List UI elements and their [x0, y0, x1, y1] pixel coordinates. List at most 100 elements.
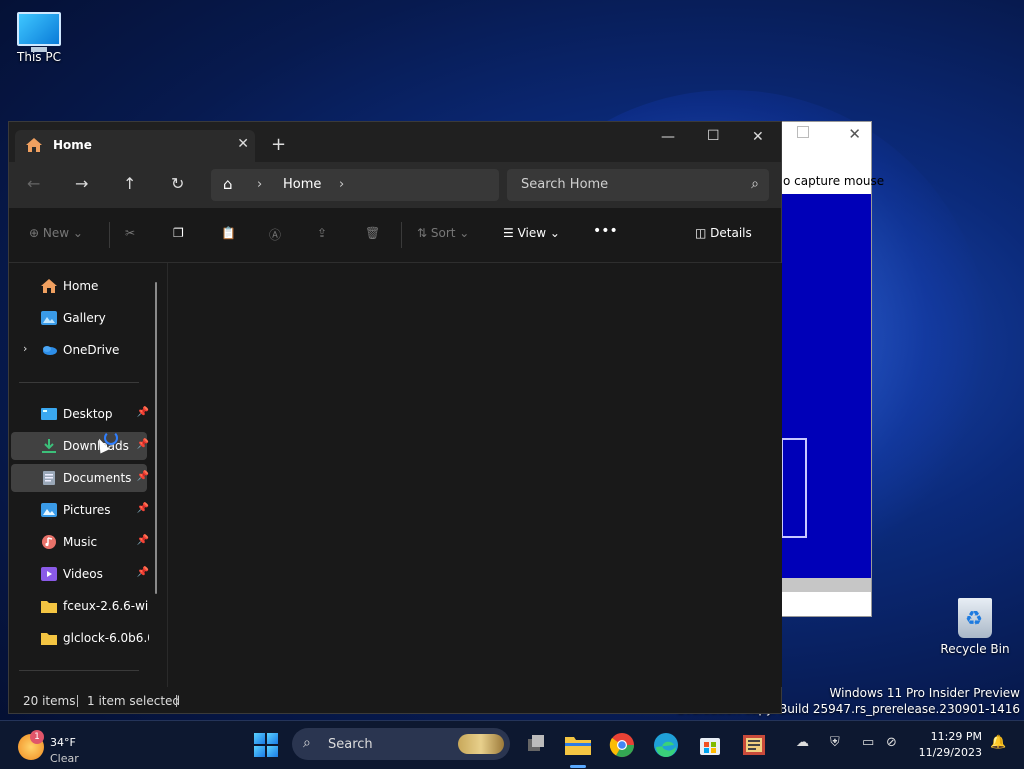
sidebar-item-onedrive[interactable]: › OneDrive: [11, 336, 147, 364]
chrome-icon[interactable]: [606, 729, 638, 761]
windows-logo-icon: [254, 733, 265, 744]
clock-date: 11/29/2023: [918, 746, 982, 759]
emulator-frame: [781, 438, 807, 538]
pin-icon[interactable]: 📌: [137, 471, 149, 482]
sidebar-item-pictures[interactable]: Pictures 📌: [11, 496, 149, 524]
breadcrumb-home-icon[interactable]: ⌂: [223, 175, 233, 193]
sidebar-item-glclock-folder[interactable]: glclock-6.0b6.0: [11, 624, 149, 652]
status-divider: [77, 695, 78, 707]
security-shield-icon[interactable]: ⛨: [830, 735, 840, 750]
maximize-icon[interactable]: ☐: [707, 128, 720, 144]
weather-condition: Clear: [50, 752, 79, 765]
file-explorer-window[interactable]: Home ✕ + — ☐ ✕ ← → ↑ ↻ ⌂ › Home › Search…: [8, 121, 782, 714]
up-arrow-icon[interactable]: ↑: [123, 174, 136, 193]
rename-icon[interactable]: Ⓐ: [269, 226, 281, 243]
selection-count: 1 item selected: [87, 694, 181, 708]
sidebar-scrollbar[interactable]: [155, 282, 157, 594]
minimize-icon[interactable]: —: [661, 129, 675, 145]
pin-icon[interactable]: 📌: [137, 503, 149, 514]
taskbar-search[interactable]: ⌕ Search: [292, 728, 510, 760]
delete-icon[interactable]: 🗑: [365, 226, 380, 240]
navigation-pane[interactable]: Home Gallery › OneDrive Desktop 📌 Downlo…: [9, 263, 165, 687]
pin-icon[interactable]: 📌: [137, 535, 149, 546]
tab-home[interactable]: Home ✕: [15, 130, 255, 162]
refresh-icon[interactable]: ↻: [171, 174, 184, 193]
sidebar-item-fceux-folder[interactable]: fceux-2.6.6-win6: [11, 592, 149, 620]
videos-icon: [41, 567, 57, 581]
edge-icon[interactable]: [650, 729, 682, 761]
system-clock[interactable]: 11:29 PM 11/29/2023: [904, 729, 982, 761]
details-label: Details: [710, 226, 752, 240]
sort-button[interactable]: ⇅ Sort ⌄: [417, 226, 469, 240]
taskbar: 1 34°F Clear ⌕ Search ☁ ⛨ ▭ ⊘ 11:29 PM 1…: [0, 720, 1024, 769]
sidebar-item-desktop[interactable]: Desktop 📌: [11, 400, 149, 428]
forward-arrow-icon[interactable]: →: [75, 174, 88, 193]
search-icon: ⌕: [303, 735, 311, 751]
sidebar-item-label: Gallery: [63, 311, 106, 325]
desktop-icon-this-pc[interactable]: This PC: [4, 12, 74, 64]
command-bar: ⊕ New ⌄ ✂ ❐ 📋 Ⓐ ⇪ 🗑 ⇅ Sort ⌄ ☰ View ⌄ ••…: [9, 208, 781, 263]
onedrive-icon: [43, 346, 57, 355]
breadcrumb-end-chevron-icon[interactable]: ›: [339, 177, 344, 192]
sidebar-item-videos[interactable]: Videos 📌: [11, 560, 149, 588]
emulator-statusbar: [781, 578, 871, 592]
close-window-icon[interactable]: ✕: [752, 129, 764, 145]
address-bar: ← → ↑ ↻ ⌂ › Home › Search Home ⌕: [9, 162, 781, 208]
onedrive-offline-icon[interactable]: ☁: [796, 735, 809, 750]
notification-bell-icon[interactable]: 🔔: [990, 735, 1006, 750]
folder-icon: [41, 633, 57, 645]
network-icon[interactable]: ⊘: [886, 735, 897, 750]
sidebar-divider: [19, 382, 139, 383]
sidebar-item-music[interactable]: Music 📌: [11, 528, 149, 556]
pin-icon[interactable]: 📌: [137, 567, 149, 578]
search-highlight-art[interactable]: [458, 734, 504, 754]
close-icon[interactable]: ✕: [848, 125, 861, 143]
sidebar-item-gallery[interactable]: Gallery: [11, 304, 147, 332]
more-options-icon[interactable]: •••: [593, 223, 618, 239]
pin-icon[interactable]: 📌: [137, 439, 149, 450]
share-icon[interactable]: ⇪: [317, 226, 327, 240]
explorer-titlebar[interactable]: Home ✕ + — ☐ ✕: [9, 122, 781, 162]
taskbar-search-placeholder: Search: [328, 737, 373, 752]
search-icon: ⌕: [751, 176, 759, 192]
breadcrumb-home-label[interactable]: Home: [283, 177, 321, 192]
copy-icon[interactable]: ❐: [173, 226, 184, 240]
new-button[interactable]: ⊕ New ⌄: [29, 226, 83, 240]
folder-icon: [41, 601, 57, 613]
start-button[interactable]: [254, 733, 278, 757]
breadcrumb[interactable]: ⌂ › Home ›: [211, 169, 499, 201]
status-bar: 20 items 1 item selected: [9, 687, 781, 713]
explorer-search-box[interactable]: Search Home ⌕: [507, 169, 769, 201]
tab-title: Home: [53, 138, 92, 152]
file-list-area[interactable]: [167, 263, 782, 687]
display-icon[interactable]: ▭: [862, 735, 874, 750]
new-label: New: [42, 226, 70, 240]
background-window[interactable]: ✕ o capture mouse: [780, 121, 884, 617]
gallery-icon: [41, 311, 57, 325]
task-view-icon[interactable]: [520, 729, 552, 761]
weather-temperature: 34°F: [50, 736, 76, 749]
chevron-right-icon[interactable]: ›: [23, 342, 27, 355]
desktop-icon-recycle-bin[interactable]: Recycle Bin: [940, 598, 1010, 656]
pin-icon[interactable]: 📌: [137, 407, 149, 418]
music-icon: [42, 535, 56, 549]
sidebar-item-documents[interactable]: Documents 📌: [11, 464, 149, 492]
breadcrumb-chevron-icon: ›: [257, 177, 263, 192]
new-tab-button[interactable]: +: [271, 134, 286, 155]
emulator-app-icon[interactable]: [738, 729, 770, 761]
store-icon[interactable]: [694, 729, 726, 761]
sidebar-item-downloads[interactable]: Downloads 📌: [11, 432, 149, 460]
sidebar-item-home[interactable]: Home: [11, 272, 147, 300]
paste-icon[interactable]: 📋: [221, 226, 236, 240]
details-pane-button[interactable]: ◫ Details: [695, 226, 752, 240]
cut-icon[interactable]: ✂: [125, 226, 135, 240]
file-explorer-taskbar-icon[interactable]: [562, 729, 594, 761]
desktop-folder-icon: [41, 408, 57, 420]
toolbar-divider: [401, 222, 402, 248]
maximize-icon[interactable]: [797, 126, 809, 138]
view-button[interactable]: ☰ View ⌄: [503, 226, 560, 240]
view-label: View: [517, 226, 547, 240]
tab-close-icon[interactable]: ✕: [237, 136, 249, 152]
back-arrow-icon[interactable]: ←: [27, 174, 40, 193]
background-window-titlebar[interactable]: ✕: [781, 122, 871, 146]
